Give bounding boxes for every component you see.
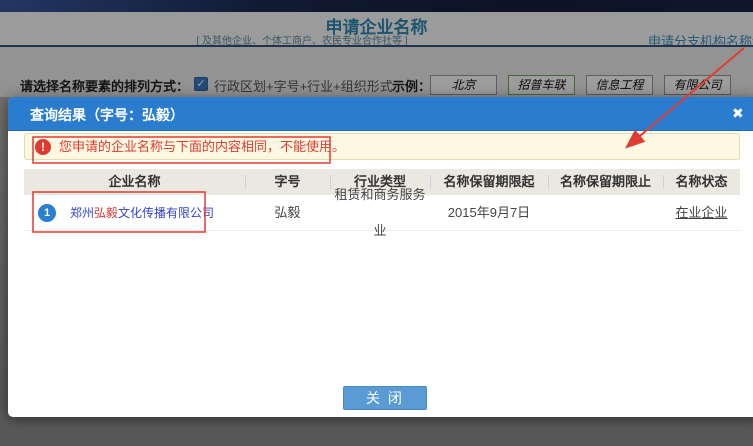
table-row: 1 郑州弘毅文化传播有限公司 弘毅 租赁和商务服务业 2015年9月7日 在业企…	[24, 195, 740, 231]
reserve-start-cell: 2015年9月7日	[430, 195, 548, 231]
company-name-link[interactable]: 郑州弘毅文化传播有限公司	[70, 195, 214, 231]
close-icon[interactable]: ✖	[732, 105, 744, 122]
company-name-cell: 1 郑州弘毅文化传播有限公司	[24, 195, 245, 231]
modal-title: 查询结果（字号：弘毅）	[30, 105, 184, 125]
status-text[interactable]: 在业企业	[675, 205, 727, 220]
query-result-modal: 查询结果（字号：弘毅） ✖ ! 您申请的企业名称与下面的内容相同，不能使用。 企…	[8, 97, 753, 417]
trade-name-cell: 弘毅	[245, 195, 330, 231]
row-index-badge: 1	[38, 204, 56, 222]
column-header-reserve-start: 名称保留期限起	[430, 169, 548, 195]
column-header-reserve-end: 名称保留期限止	[548, 169, 663, 195]
close-button[interactable]: 关 闭	[343, 386, 427, 410]
company-name-prefix: 郑州	[70, 206, 94, 220]
warning-message: 您申请的企业名称与下面的内容相同，不能使用。	[59, 134, 345, 160]
company-name-suffix: 文化传播有限公司	[118, 206, 214, 220]
status-cell: 在业企业	[663, 195, 740, 231]
app-window: 申请企业名称 [ 及其他企业、个体工商户、农民专业合作社等 ] 申请分支机构名称…	[0, 0, 753, 446]
company-name-highlight: 弘毅	[94, 206, 118, 220]
modal-header: 查询结果（字号：弘毅） ✖	[8, 97, 753, 131]
industry-cell: 租赁和商务服务业	[330, 177, 430, 249]
column-header-status: 名称状态	[663, 169, 740, 195]
column-header-trade-name: 字号	[245, 169, 330, 195]
column-header-company-name: 企业名称	[24, 169, 245, 195]
warning-banner: ! 您申请的企业名称与下面的内容相同，不能使用。	[24, 133, 740, 160]
exclamation-icon: !	[35, 139, 51, 155]
